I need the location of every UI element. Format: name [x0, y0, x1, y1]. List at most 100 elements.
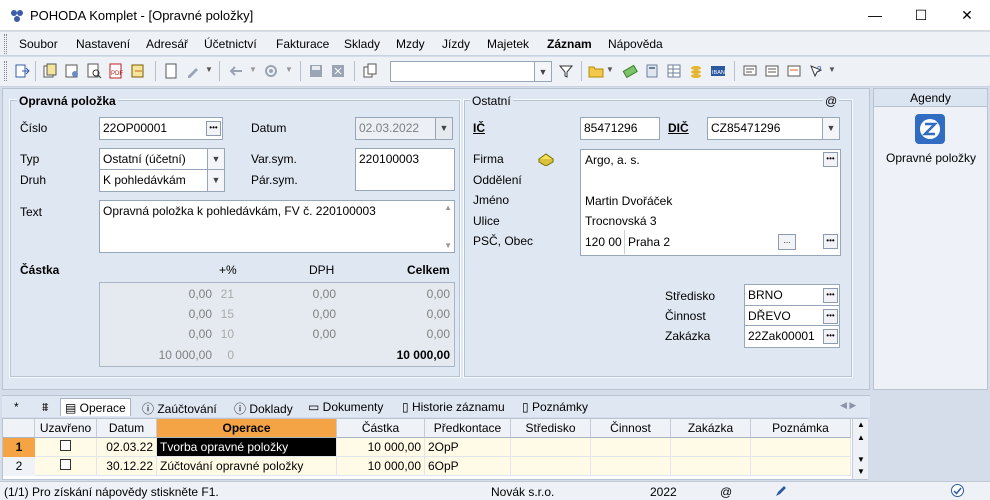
cislo-more-icon[interactable]: ••• — [206, 121, 221, 136]
iban-icon[interactable]: IBAN — [710, 63, 726, 79]
firma-value[interactable]: Argo, a. s. — [585, 153, 640, 167]
status-email-icon[interactable]: @ — [720, 485, 732, 499]
edit-record-icon[interactable] — [185, 63, 201, 79]
menu-soubor[interactable]: Soubor — [19, 37, 58, 51]
typ-select[interactable]: Ostatní (účetní) ▼ — [99, 148, 225, 171]
filter-icon[interactable] — [558, 63, 574, 79]
uzavreno-cell[interactable] — [35, 457, 97, 476]
menu-ucetnictvi[interactable]: Účetnictví — [204, 37, 257, 51]
column-header-predkontace[interactable]: Předkontace — [425, 419, 511, 438]
folder-dropdown-icon[interactable]: ▼ — [606, 65, 614, 74]
scroll-down-icon[interactable]: ▼ — [444, 241, 452, 250]
calculator-icon[interactable] — [644, 63, 660, 79]
firma-more-icon[interactable]: ••• — [823, 152, 838, 167]
back-dropdown-icon[interactable]: ▼ — [249, 65, 257, 74]
chevron-down-icon[interactable]: ▼ — [207, 149, 224, 170]
tab-zauctovani[interactable]: ⓘ Zaúčtování — [138, 398, 221, 416]
scroll-bottom-icon[interactable]: ▼ — [857, 467, 865, 476]
column-header-castka[interactable]: Částka — [337, 419, 425, 438]
column-header-cinnost[interactable]: Činnost — [591, 419, 671, 438]
help-icon[interactable]: ? — [808, 63, 824, 79]
chevron-down-icon[interactable]: ▼ — [822, 118, 839, 139]
address-book-icon[interactable] — [537, 150, 555, 166]
print-preview-icon[interactable] — [86, 63, 102, 79]
email-at-icon[interactable]: @ — [823, 94, 840, 108]
column-header-uzavreno[interactable]: Uzavřeno — [35, 419, 97, 438]
tab-dokumenty[interactable]: ▭ Dokumenty — [304, 398, 387, 416]
operace-cell[interactable]: Tvorba opravné položky — [157, 438, 337, 457]
dic-label[interactable]: DIČ — [668, 121, 689, 135]
folder-icon[interactable] — [588, 63, 604, 79]
tab-poznamky[interactable]: ▯ Poznámky — [518, 398, 592, 416]
grid-scrollbar[interactable]: ▲ ▲ ▼ ▼ — [852, 419, 868, 479]
list-icon[interactable] — [764, 63, 780, 79]
close-button[interactable]: ✕ — [944, 0, 990, 31]
table-row[interactable]: 2 30.12.22 Zúčtování opravné položky 10 … — [3, 457, 851, 476]
uzavreno-checkbox[interactable] — [60, 459, 71, 470]
psc-more-icon[interactable]: ••• — [823, 234, 838, 249]
ulice-value[interactable]: Trocnovská 3 — [585, 214, 657, 228]
settings-record-icon[interactable] — [64, 63, 80, 79]
cislo-field[interactable]: 22OP00001 — [99, 117, 223, 140]
varsym-field[interactable]: 220100003 — [355, 148, 455, 191]
column-header-operace[interactable]: Operace — [157, 419, 337, 438]
tab-doklady[interactable]: ⓘ Doklady — [230, 398, 297, 416]
edit-dropdown-icon[interactable]: ▼ — [205, 65, 213, 74]
stredisko-more-icon[interactable]: ••• — [823, 288, 838, 303]
exit-icon[interactable] — [14, 63, 30, 79]
menu-sklady[interactable]: Sklady — [344, 37, 380, 51]
message-icon[interactable] — [742, 63, 758, 79]
ic-label[interactable]: IČ — [473, 121, 485, 135]
dic-field[interactable]: CZ85471296 ▼ — [707, 117, 840, 140]
obec-ellipsis-button[interactable]: ... — [778, 234, 796, 250]
menu-fakturace[interactable]: Fakturace — [276, 37, 329, 51]
jmeno-value[interactable]: Martin Dvořáček — [585, 194, 672, 208]
column-header-datum[interactable]: Datum — [97, 419, 157, 438]
back-arrow-icon[interactable] — [228, 63, 244, 79]
tab-operace[interactable]: ▤ Operace — [60, 398, 131, 416]
table-row[interactable]: 1 02.03.22 Tvorba opravné položky 10 000… — [3, 438, 851, 457]
operace-cell[interactable]: Zúčtování opravné položky — [157, 457, 337, 476]
column-header-zakazka[interactable]: Zakázka — [671, 419, 751, 438]
tab-star[interactable]: * — [10, 398, 23, 416]
menu-majetek[interactable]: Majetek — [487, 37, 529, 51]
copy-record-icon[interactable] — [42, 63, 58, 79]
notes-icon[interactable] — [786, 63, 802, 79]
column-header-poznamka[interactable]: Poznámka — [751, 419, 851, 438]
save-icon[interactable] — [308, 63, 324, 79]
menu-adresar[interactable]: Adresář — [146, 37, 188, 51]
gear-icon[interactable] — [263, 63, 279, 79]
scroll-up-icon[interactable]: ▲ — [857, 433, 865, 442]
scroll-up-icon[interactable]: ▲ — [444, 203, 452, 212]
minimize-button[interactable]: — — [852, 0, 898, 31]
menu-jizdy[interactable]: Jízdy — [442, 37, 470, 51]
copy-icon[interactable] — [362, 63, 378, 79]
tab-scroll-arrows-icon[interactable]: ◀ ▶ — [840, 400, 856, 411]
text-field[interactable]: Opravná položka k pohledávkám, FV č. 220… — [99, 200, 455, 253]
maximize-button[interactable]: ☐ — [898, 0, 944, 31]
coins-icon[interactable] — [688, 63, 704, 79]
chevron-down-icon[interactable]: ▼ — [207, 170, 224, 191]
uzavreno-cell[interactable] — [35, 438, 97, 457]
menu-zaznam[interactable]: Záznam — [547, 37, 592, 51]
agendy-item-opravne-polozky[interactable]: Opravné položky — [886, 151, 976, 165]
check-circle-icon[interactable] — [950, 483, 965, 498]
chevron-down-icon[interactable]: ▼ — [534, 62, 551, 81]
column-header-stredisko[interactable]: Středisko — [511, 419, 591, 438]
psc-value[interactable]: 120 00 — [585, 235, 622, 249]
menu-nastaveni[interactable]: Nastavení — [76, 37, 130, 51]
uzavreno-checkbox[interactable] — [60, 440, 71, 451]
pen-icon[interactable] — [774, 484, 788, 498]
opravne-polozky-icon[interactable] — [914, 113, 946, 145]
scroll-down-icon[interactable]: ▼ — [857, 455, 865, 464]
tab-historie-zaznamu[interactable]: ▯ Historie záznamu — [398, 398, 509, 416]
gear-dropdown-icon[interactable]: ▼ — [285, 65, 293, 74]
table-icon[interactable] — [666, 63, 682, 79]
help-dropdown-icon[interactable]: ▼ — [828, 65, 836, 74]
quick-search-input[interactable]: ▼ — [390, 61, 552, 82]
export-icon[interactable] — [130, 63, 146, 79]
menu-mzdy[interactable]: Mzdy — [396, 37, 425, 51]
ic-field[interactable]: 85471296 — [580, 117, 660, 140]
cinnost-more-icon[interactable]: ••• — [823, 309, 838, 324]
zakazka-more-icon[interactable]: ••• — [823, 329, 838, 344]
